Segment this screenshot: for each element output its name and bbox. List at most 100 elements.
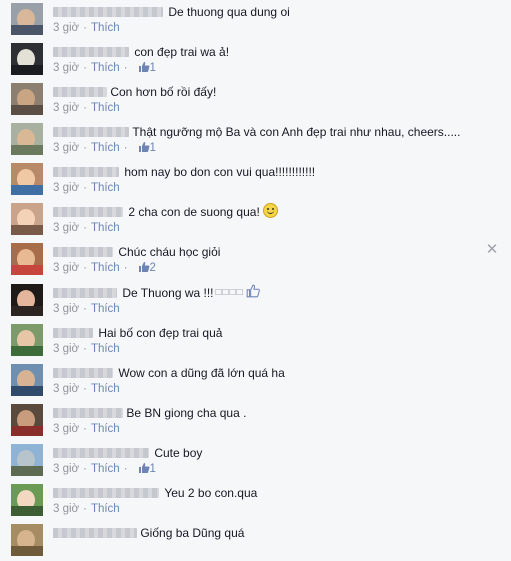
avatar[interactable] — [11, 284, 43, 316]
comment-text: hom nay bo don con vui qua!!!!!!!!!!!! — [124, 164, 316, 179]
like-link[interactable]: Thích — [91, 102, 120, 114]
comment-text: Be BN giong cha qua . — [126, 405, 247, 420]
comment-meta: 3 giờ · Thích · 1 — [53, 463, 156, 475]
comment-time[interactable]: 3 giờ — [53, 303, 79, 315]
like-link[interactable]: Thích — [91, 142, 120, 154]
author-name-redacted[interactable] — [53, 246, 113, 257]
author-name-redacted[interactable] — [53, 166, 119, 177]
comment-item: Chúc cháu học giỏi 3 giờ · Thích · 2 — [0, 240, 511, 280]
like-link[interactable]: Thích — [91, 423, 120, 435]
comment-item: con đẹp trai wa ả! 3 giờ · Thích · 1 — [0, 40, 511, 80]
comment-body: hom nay bo don con vui qua!!!!!!!!!!!! — [53, 163, 315, 179]
comment-meta: 3 giờ · Thích — [53, 222, 120, 234]
comment-time[interactable]: 3 giờ — [53, 222, 79, 234]
comment-time[interactable]: 3 giờ — [53, 343, 79, 355]
comment-text: De thuong qua dung oi — [168, 4, 290, 19]
comment-item: Hai bố con đẹp trai quả 3 giờ · Thích — [0, 321, 511, 361]
like-link[interactable]: Thích — [91, 62, 120, 74]
comment-body: Be BN giong cha qua . — [53, 404, 246, 420]
avatar[interactable] — [11, 203, 43, 235]
author-name-redacted[interactable] — [53, 206, 123, 217]
comment-text: Con hơn bố rồi đấy! — [110, 84, 217, 99]
thumbs-up-icon — [138, 62, 149, 72]
comment-item: Thật ngưỡng mộ Ba và con Anh đẹp trai nh… — [0, 120, 511, 160]
comment-body: Wow con a dũng đã lớn quá ha — [53, 364, 285, 380]
like-link[interactable]: Thích — [91, 503, 120, 515]
comment-item: Cute boy 3 giờ · Thích · 1 — [0, 441, 511, 481]
like-count[interactable]: 1 — [138, 142, 156, 154]
comment-text: con đẹp trai wa ả! — [134, 44, 230, 59]
like-link[interactable]: Thích — [91, 222, 120, 234]
author-name-redacted[interactable] — [53, 327, 93, 338]
comment-body: Thật ngưỡng mộ Ba và con Anh đẹp trai nh… — [53, 123, 460, 139]
comment-meta: 3 giờ · Thích — [53, 102, 120, 114]
comment-time[interactable]: 3 giờ — [53, 463, 79, 475]
comment-time[interactable]: 3 giờ — [53, 62, 79, 74]
author-name-redacted[interactable] — [53, 6, 163, 17]
comment-time[interactable]: 3 giờ — [53, 262, 79, 274]
comment-meta: 3 giờ · Thích · 1 — [53, 142, 156, 154]
comment-item: Be BN giong cha qua . 3 giờ · Thích — [0, 401, 511, 441]
comment-text: Thật ngưỡng mộ Ba và con Anh đẹp trai nh… — [132, 124, 461, 139]
author-name-redacted[interactable] — [53, 367, 113, 378]
avatar[interactable] — [11, 524, 43, 556]
comment-text: 2 cha con de suong qua! — [128, 204, 260, 219]
like-count[interactable]: 1 — [138, 62, 156, 74]
comment-time[interactable]: 3 giờ — [53, 503, 79, 515]
author-name-redacted[interactable] — [53, 126, 129, 137]
comment-time[interactable]: 3 giờ — [53, 383, 79, 395]
like-link[interactable]: Thích — [91, 262, 120, 274]
like-link[interactable]: Thích — [91, 22, 120, 34]
avatar[interactable] — [11, 3, 43, 35]
thumbs-up-icon — [138, 142, 149, 152]
avatar[interactable] — [11, 243, 43, 275]
avatar[interactable] — [11, 163, 43, 195]
author-name-redacted[interactable] — [53, 447, 149, 458]
like-link[interactable]: Thích — [91, 343, 120, 355]
comment-item: 2 cha con de suong qua! 3 giờ · Thích — [0, 200, 511, 240]
unrendered-emoji: □□□□ — [215, 286, 244, 298]
comment-meta: 3 giờ · Thích — [53, 343, 120, 355]
comment-text: Yeu 2 bo con.qua — [164, 485, 258, 500]
thumbs-up-icon — [138, 463, 149, 473]
comment-body: De thuong qua dung oi — [53, 3, 290, 19]
author-name-redacted[interactable] — [53, 487, 159, 498]
avatar[interactable] — [11, 444, 43, 476]
avatar[interactable] — [11, 123, 43, 155]
author-name-redacted[interactable] — [53, 527, 137, 538]
comment-time[interactable]: 3 giờ — [53, 423, 79, 435]
comment-meta: 3 giờ · Thích — [53, 423, 120, 435]
comment-body: con đẹp trai wa ả! — [53, 43, 229, 59]
comment-item: Giống ba Dũng quá — [0, 521, 511, 561]
like-link[interactable]: Thích — [91, 463, 120, 475]
avatar[interactable] — [11, 484, 43, 516]
like-count[interactable]: 1 — [138, 463, 156, 475]
comment-item: hom nay bo don con vui qua!!!!!!!!!!!! 3… — [0, 160, 511, 200]
author-name-redacted[interactable] — [53, 46, 129, 57]
like-count[interactable]: 2 — [138, 262, 156, 274]
avatar[interactable] — [11, 324, 43, 356]
comment-time[interactable]: 3 giờ — [53, 182, 79, 194]
comment-meta: 3 giờ · Thích — [53, 383, 120, 395]
avatar[interactable] — [11, 43, 43, 75]
avatar[interactable] — [11, 364, 43, 396]
comment-item: Wow con a dũng đã lớn quá ha 3 giờ · Thích — [0, 361, 511, 401]
close-x-icon[interactable]: ✕ — [485, 242, 499, 257]
comment-meta: 3 giờ · Thích — [53, 22, 120, 34]
like-link[interactable]: Thích — [91, 182, 120, 194]
comment-time[interactable]: 3 giờ — [53, 102, 79, 114]
avatar[interactable] — [11, 404, 43, 436]
like-link[interactable]: Thích — [91, 383, 120, 395]
avatar[interactable] — [11, 83, 43, 115]
author-name-redacted[interactable] — [53, 287, 117, 298]
author-name-redacted[interactable] — [53, 407, 123, 418]
comment-time[interactable]: 3 giờ — [53, 22, 79, 34]
comment-time[interactable]: 3 giờ — [53, 142, 79, 154]
like-link[interactable]: Thích — [91, 303, 120, 315]
author-name-redacted[interactable] — [53, 86, 107, 97]
comment-item: De Thuong wa !!! □□□□ 3 giờ · Thích — [0, 281, 511, 321]
comment-body: De Thuong wa !!! □□□□ — [53, 284, 260, 300]
comment-text: De Thuong wa !!! — [122, 285, 214, 300]
comment-body: Cute boy — [53, 444, 202, 460]
comment-body: 2 cha con de suong qua! — [53, 203, 278, 219]
